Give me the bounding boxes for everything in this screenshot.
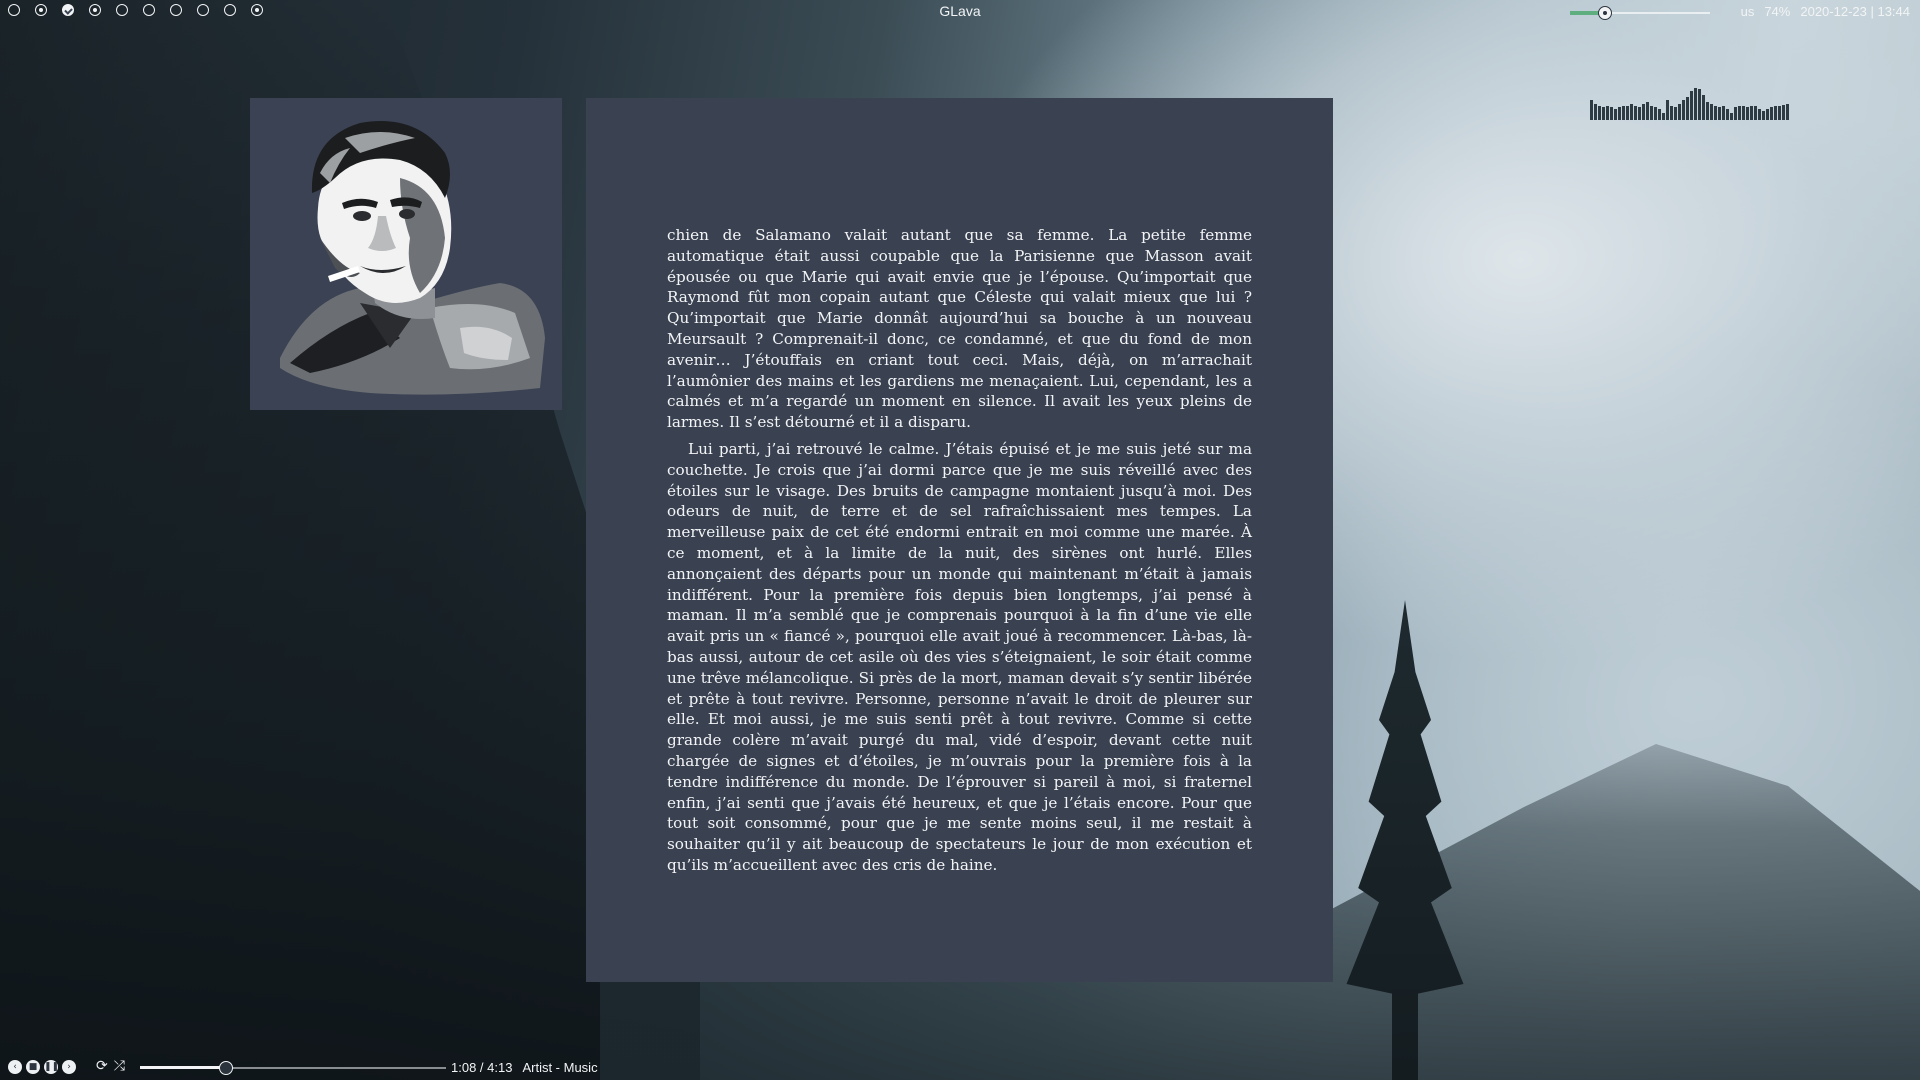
- window-title: GLava: [939, 3, 981, 19]
- status-area: us 74% 2020-12-23 | 13:44: [1741, 4, 1910, 19]
- audio-visualizer: [1590, 84, 1890, 120]
- workspace-8-icon[interactable]: [197, 4, 209, 16]
- portrait-icon: [280, 121, 545, 395]
- visualizer-bar: [1602, 107, 1605, 120]
- visualizer-bar: [1750, 106, 1753, 120]
- visualizer-bar: [1662, 113, 1665, 120]
- visualizer-bar: [1638, 107, 1641, 120]
- visualizer-bar: [1654, 107, 1657, 120]
- paragraph: Lui parti, j’ai retrouvé le calme. J’éta…: [667, 439, 1252, 874]
- repeat-icon[interactable]: ⟳: [96, 1058, 108, 1074]
- workspace-5-icon[interactable]: [116, 4, 128, 16]
- portrait-card: [250, 98, 562, 410]
- visualizer-bar: [1618, 107, 1621, 120]
- visualizer-bar: [1730, 113, 1733, 120]
- visualizer-bar: [1642, 104, 1645, 120]
- visualizer-bar: [1610, 107, 1613, 120]
- workspace-1-icon[interactable]: [8, 4, 20, 16]
- visualizer-bar: [1746, 107, 1749, 120]
- visualizer-bar: [1678, 104, 1681, 120]
- visualizer-bar: [1658, 109, 1661, 120]
- visualizer-bar: [1698, 89, 1701, 120]
- visualizer-bar: [1706, 102, 1709, 120]
- workspace-7-icon[interactable]: [170, 4, 182, 16]
- track-time: 1:08 / 4:13: [451, 1060, 513, 1075]
- visualizer-bar: [1714, 106, 1717, 120]
- text-viewer-window: chien de Salamano valait autant que sa f…: [586, 98, 1333, 982]
- visualizer-bar: [1718, 107, 1721, 120]
- book-text: chien de Salamano valait autant que sa f…: [667, 225, 1252, 876]
- shuffle-icon[interactable]: ⤮: [114, 1058, 125, 1074]
- visualizer-bar: [1786, 104, 1789, 120]
- workspace-4-icon[interactable]: [89, 4, 101, 16]
- now-playing: 1:08 / 4:13 Artist - Music: [451, 1060, 598, 1075]
- visualizer-bar: [1710, 104, 1713, 120]
- visualizer-bar: [1726, 109, 1729, 120]
- volume-slider[interactable]: [1570, 6, 1710, 20]
- visualizer-bar: [1742, 106, 1745, 120]
- visualizer-bar: [1674, 107, 1677, 120]
- visualizer-bar: [1738, 106, 1741, 120]
- pause-icon[interactable]: ❚❚: [44, 1060, 59, 1074]
- visualizer-bar: [1686, 97, 1689, 120]
- bottom-bar: ‹ ■ ❚❚ › ⟳ ⤮ 1:08 / 4:13 Artist - Music: [0, 1054, 1920, 1080]
- workspace-switcher: [8, 4, 263, 16]
- workspace-9-icon[interactable]: [224, 4, 236, 16]
- clock: 2020-12-23 | 13:44: [1800, 4, 1910, 19]
- visualizer-bar: [1622, 106, 1625, 120]
- visualizer-bar: [1598, 106, 1601, 120]
- stop-icon[interactable]: ■: [26, 1060, 40, 1074]
- workspace-6-icon[interactable]: [143, 4, 155, 16]
- visualizer-bar: [1690, 91, 1693, 120]
- volume-knob[interactable]: [1598, 6, 1612, 20]
- workspace-10-icon[interactable]: [251, 4, 263, 16]
- visualizer-bar: [1758, 109, 1761, 120]
- previous-icon[interactable]: ‹: [8, 1060, 22, 1074]
- visualizer-bar: [1630, 104, 1633, 120]
- visualizer-bar: [1650, 106, 1653, 120]
- media-extra-controls: ⟳ ⤮: [96, 1058, 125, 1074]
- seek-fill: [140, 1066, 226, 1069]
- visualizer-bar: [1734, 107, 1737, 120]
- visualizer-bar: [1606, 106, 1609, 120]
- visualizer-bar: [1722, 106, 1725, 120]
- visualizer-bar: [1694, 88, 1697, 120]
- visualizer-bar: [1762, 111, 1765, 120]
- visualizer-bar: [1682, 100, 1685, 120]
- track-title: Artist - Music: [522, 1060, 598, 1075]
- visualizer-bar: [1614, 109, 1617, 120]
- seek-bar[interactable]: [140, 1061, 446, 1075]
- battery-level: 74%: [1764, 4, 1791, 19]
- workspace-3-icon[interactable]: [62, 4, 74, 16]
- paragraph: chien de Salamano valait autant que sa f…: [667, 226, 1252, 432]
- visualizer-bar: [1670, 106, 1673, 120]
- keyboard-layout[interactable]: us: [1741, 4, 1755, 19]
- visualizer-bar: [1770, 107, 1773, 120]
- visualizer-bar: [1594, 104, 1597, 120]
- media-controls: ‹ ■ ❚❚ ›: [8, 1060, 76, 1074]
- next-icon[interactable]: ›: [62, 1060, 76, 1074]
- visualizer-bar: [1774, 106, 1777, 120]
- seek-knob[interactable]: [218, 1061, 233, 1075]
- workspace-2-icon[interactable]: [35, 4, 47, 16]
- visualizer-bar: [1754, 106, 1757, 120]
- visualizer-bar: [1590, 100, 1593, 120]
- visualizer-bar: [1626, 106, 1629, 120]
- visualizer-bar: [1646, 102, 1649, 120]
- visualizer-bar: [1702, 95, 1705, 120]
- visualizer-bar: [1778, 106, 1781, 120]
- visualizer-bar: [1782, 105, 1785, 120]
- visualizer-bar: [1634, 106, 1637, 120]
- top-bar: GLava us 74% 2020-12-23 | 13:44: [0, 0, 1920, 26]
- visualizer-bar: [1766, 109, 1769, 120]
- visualizer-bar: [1666, 100, 1669, 120]
